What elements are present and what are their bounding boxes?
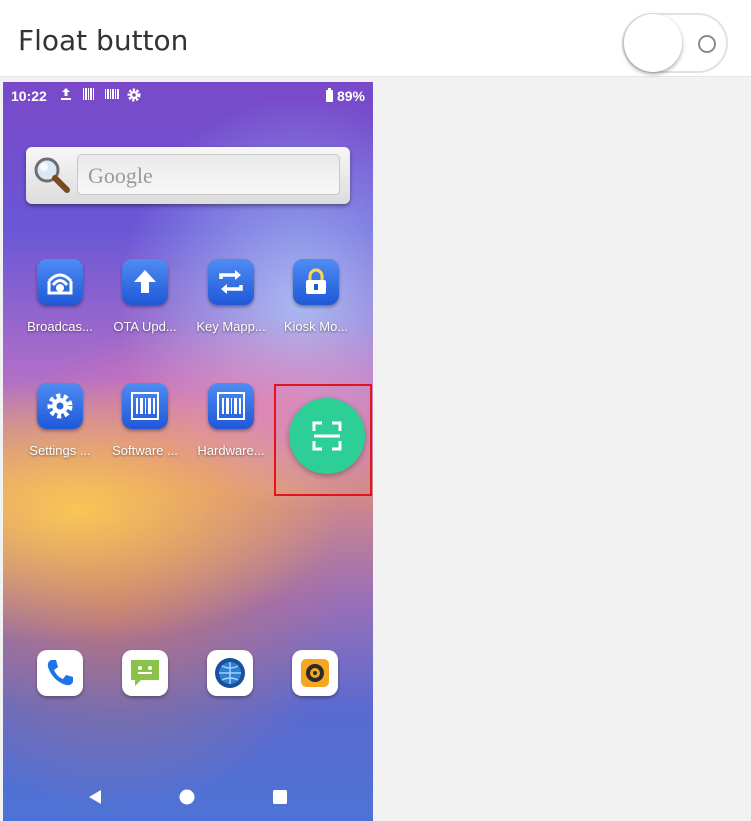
gear-icon [37, 383, 83, 429]
phone-screen: 10:22 89% Google Broadcas... OTA Upd... … [3, 82, 373, 821]
app-label: Broadcas... [27, 319, 93, 334]
app-key-mapping[interactable]: Key Mapp... [188, 259, 274, 334]
floating-scan-button[interactable] [289, 398, 365, 474]
barcode-icon [208, 383, 254, 429]
scan-frame-icon [312, 421, 342, 451]
lock-icon [293, 259, 339, 305]
app-label: OTA Upd... [113, 319, 177, 334]
dock-phone-app[interactable] [37, 650, 83, 696]
magnifier-icon [34, 157, 70, 193]
float-button-setting-row: Float button [0, 0, 751, 77]
upload-arrow-icon [122, 259, 168, 305]
battery-icon [325, 88, 333, 102]
swap-arrows-icon [208, 259, 254, 305]
battery-percent: 89% [336, 88, 365, 104]
app-hardware-scanner[interactable]: Hardware... [188, 383, 274, 458]
messages-icon [131, 660, 159, 686]
setting-title: Float button [18, 24, 189, 57]
camera-icon [301, 659, 329, 687]
float-button-toggle[interactable] [622, 13, 728, 73]
app-label: Kiosk Mo... [283, 319, 349, 334]
browser-icon [215, 658, 245, 688]
toggle-knob [624, 14, 682, 72]
dock-camera-app[interactable] [292, 650, 338, 696]
barcode-icon [105, 89, 119, 99]
broadcast-icon [37, 259, 83, 305]
barcode-icon [83, 88, 94, 100]
google-search-widget[interactable]: Google [26, 147, 350, 204]
app-broadcast[interactable]: Broadcas... [17, 259, 103, 334]
back-icon[interactable] [86, 788, 104, 806]
app-kiosk-mode[interactable]: Kiosk Mo... [273, 259, 359, 334]
app-settings[interactable]: Settings ... [17, 383, 103, 458]
dock-browser-app[interactable] [207, 650, 253, 696]
search-placeholder: Google [88, 163, 153, 188]
status-time: 10:22 [11, 88, 47, 104]
app-label: Settings ... [29, 443, 91, 458]
app-label: Key Mapp... [196, 319, 266, 334]
status-bar: 10:22 89% [3, 82, 373, 108]
toggle-off-indicator [698, 35, 716, 53]
app-label: Software ... [112, 443, 178, 458]
app-software-scanner[interactable]: Software ... [102, 383, 188, 458]
phone-icon [47, 660, 73, 686]
search-input[interactable]: Google [77, 154, 340, 195]
battery-level: 89% [325, 88, 365, 104]
app-label: Hardware... [197, 443, 265, 458]
app-ota-update[interactable]: OTA Upd... [102, 259, 188, 334]
barcode-icon [122, 383, 168, 429]
recents-icon[interactable] [271, 788, 289, 806]
upload-icon [61, 88, 71, 100]
gear-icon [127, 88, 141, 102]
home-icon[interactable] [178, 788, 196, 806]
dock-messages-app[interactable] [122, 650, 168, 696]
